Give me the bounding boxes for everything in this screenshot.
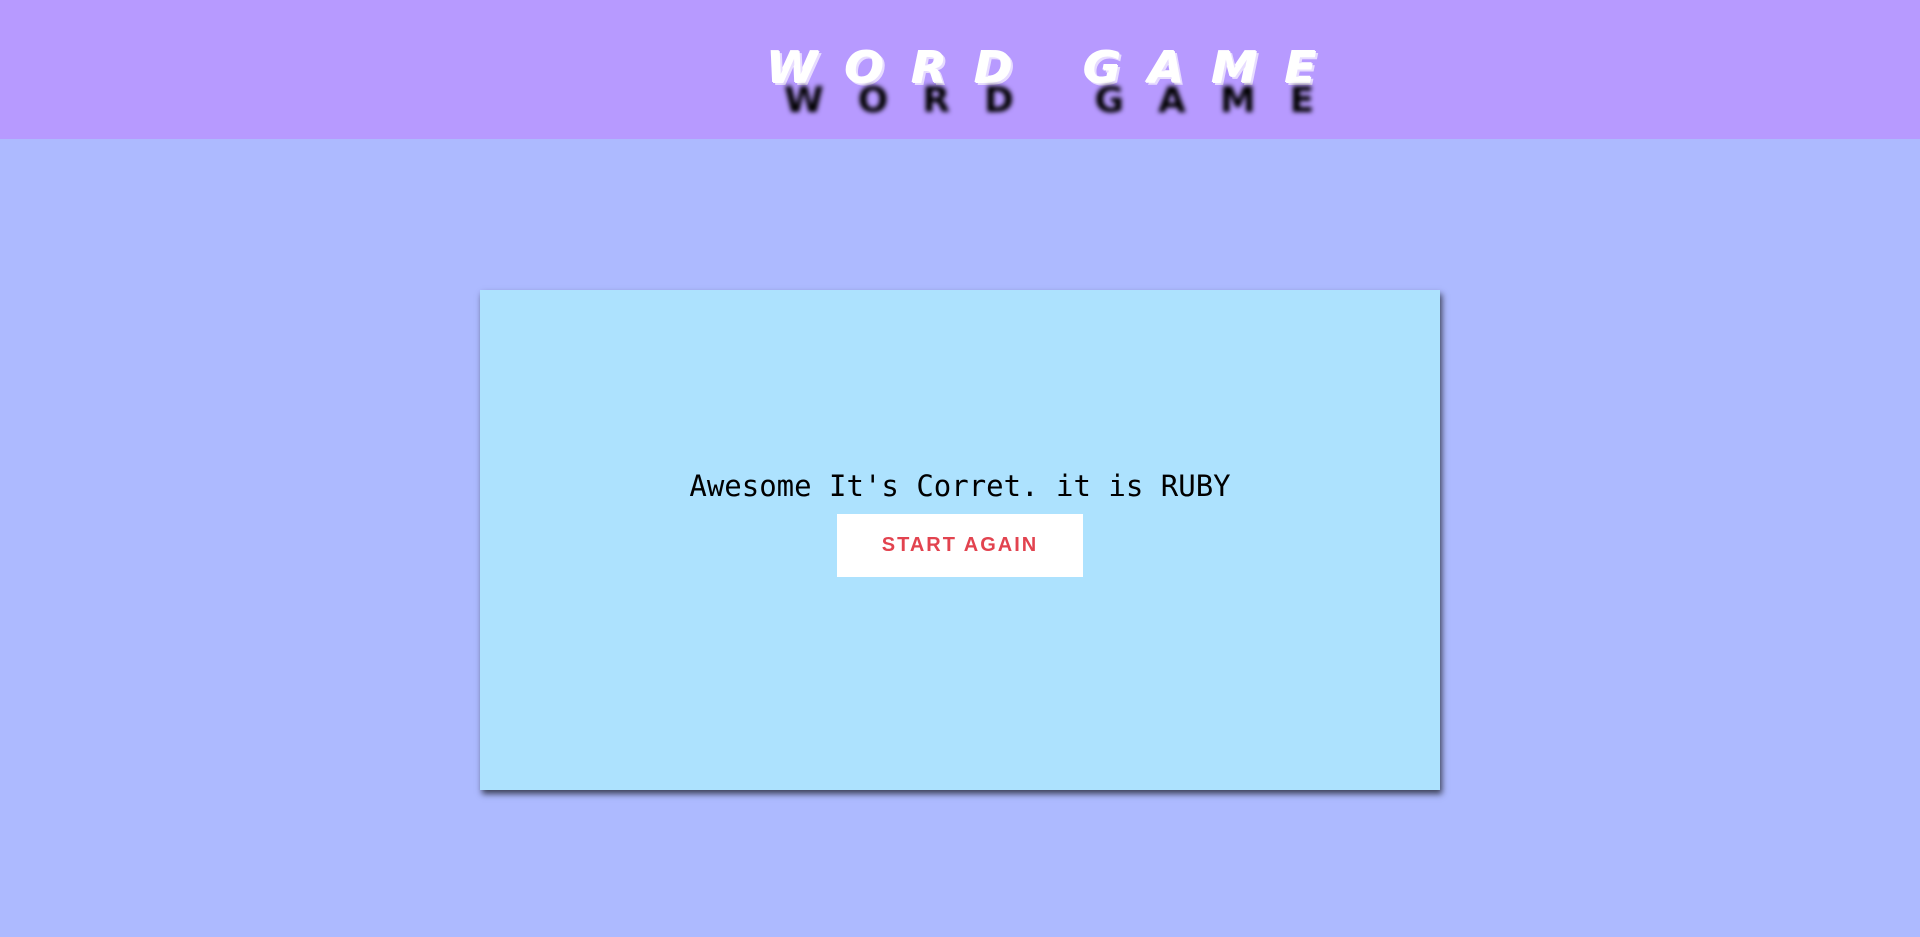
start-again-button[interactable]: START AGAIN	[837, 514, 1083, 577]
game-title-shadow: WORD GAME	[784, 80, 1349, 121]
game-header: WORD GAME WORD GAME	[0, 0, 1920, 139]
result-message: Awesome It's Corret. it is RUBY	[689, 469, 1231, 503]
result-card: Awesome It's Corret. it is RUBY START AG…	[480, 290, 1440, 790]
title-group: WORD GAME WORD GAME	[750, 0, 1349, 139]
